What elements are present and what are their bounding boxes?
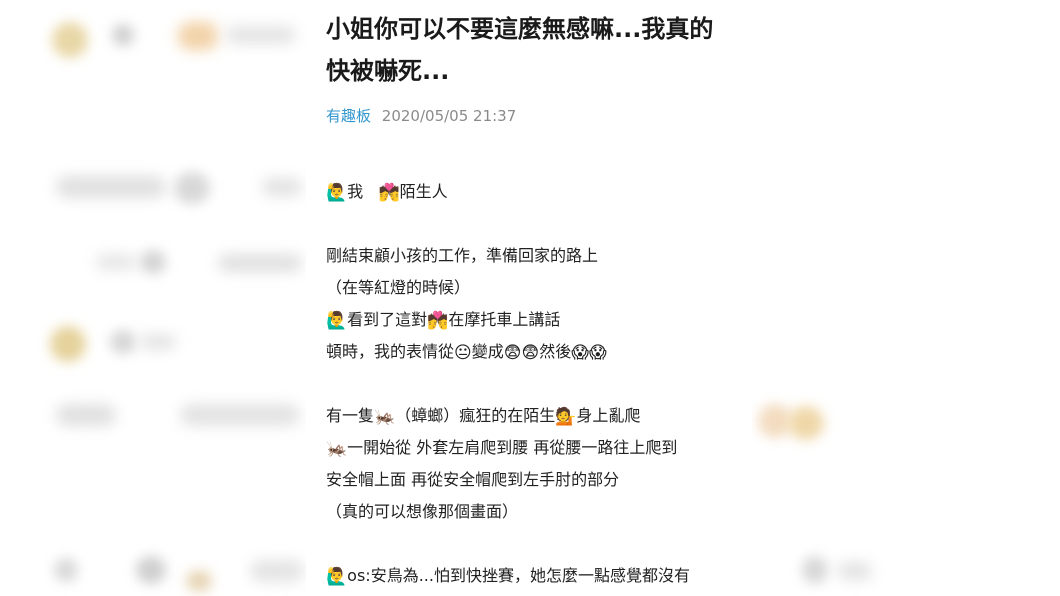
cast-me-text: 我 — [347, 182, 364, 201]
cast-line: 🙋‍♂️我 💏陌生人 — [326, 176, 746, 208]
couple-heart-emoji: 💏 — [378, 183, 400, 203]
paragraph-line: 🦗一開始從 外套左肩爬到腰 再從腰一路往上爬到 — [326, 432, 746, 464]
screaming-face-emoji: 😱 — [571, 343, 589, 363]
neutral-face-emoji: 😐 — [454, 343, 472, 363]
raising-hand-emoji: 🙋‍♂️ — [326, 567, 348, 587]
paragraph-line: 頓時，我的表情從😐變成😨😨然後😱😱 — [326, 336, 746, 368]
text-fragment: 變成 — [471, 342, 504, 361]
screaming-face-emoji: 😱 — [588, 343, 607, 363]
paragraph-line: （真的可以想像那個畫面） — [326, 502, 519, 521]
text-fragment: 在摩托車上講話 — [448, 310, 561, 329]
text-fragment: 一開始從 外套左肩爬到腰 再從腰一路往上爬到 — [347, 438, 678, 457]
blurred-background-right — [752, 0, 1060, 596]
tipping-hand-emoji: 💁 — [555, 407, 577, 427]
post-title: 小姐你可以不要這麼無感嘛...我真的快被嚇死... — [326, 15, 714, 85]
paragraph-line: 🙋‍♂️看到了這對💏在摩托車上講話 — [326, 304, 746, 336]
fearful-face-emoji: 😨 — [503, 343, 522, 363]
raising-hand-emoji: 🙋‍♂️ — [326, 183, 348, 203]
paragraph-line: 剛結束顧小孩的工作，準備回家的路上 — [326, 246, 599, 265]
text-fragment: os:安鳥為...怕到快挫賽，她怎麼一點感覺都沒有 — [347, 566, 690, 585]
text-fragment: 有一隻 — [326, 406, 375, 425]
cast-stranger-text: 陌生人 — [399, 182, 448, 201]
fearful-face-emoji: 😨 — [521, 343, 540, 363]
text-fragment: 然後 — [539, 342, 572, 361]
cricket-emoji: 🦗 — [326, 439, 348, 459]
couple-heart-emoji: 💏 — [427, 311, 449, 331]
post-meta: 有趣板 2020/05/05 21:37 — [326, 106, 516, 126]
blurred-background-left — [0, 0, 306, 596]
text-fragment: 頓時，我的表情從 — [326, 342, 455, 361]
post-body: 🙋‍♂️我 💏陌生人 剛結束顧小孩的工作，準備回家的路上 （在等紅燈的時候） 🙋… — [326, 176, 746, 592]
paragraph-line: （在等紅燈的時候） — [326, 278, 471, 297]
raising-hand-emoji: 🙋‍♂️ — [326, 311, 348, 331]
text-fragment: 看到了這對 — [347, 310, 428, 329]
text-fragment: 身上亂爬 — [576, 406, 641, 425]
paragraph-line: 🙋‍♂️os:安鳥為...怕到快挫賽，她怎麼一點感覺都沒有 — [326, 560, 746, 592]
paragraph-line: 安全帽上面 再從安全帽爬到左手肘的部分 — [326, 470, 620, 489]
post-timestamp: 2020/05/05 21:37 — [381, 107, 517, 125]
text-fragment: （蟑螂）瘋狂的在陌生 — [395, 406, 556, 425]
board-link[interactable]: 有趣板 — [326, 107, 371, 125]
post-article: 小姐你可以不要這麼無感嘛...我真的快被嚇死... 有趣板 2020/05/05… — [306, 0, 752, 596]
cricket-emoji: 🦗 — [374, 407, 396, 427]
paragraph-line: 有一隻🦗（蟑螂）瘋狂的在陌生💁身上亂爬 — [326, 400, 746, 432]
